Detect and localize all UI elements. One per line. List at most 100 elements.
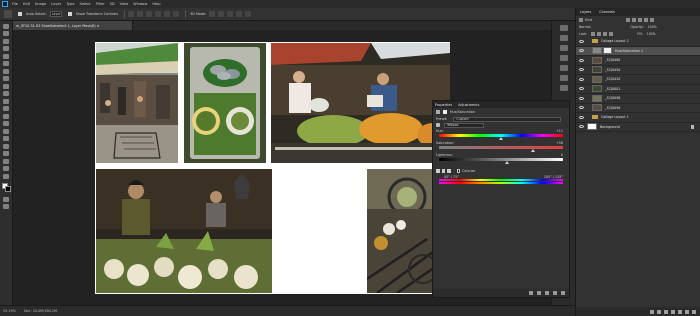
history-brush-tool-icon[interactable] <box>3 91 9 96</box>
reset-icon[interactable] <box>545 291 549 295</box>
visibility-eye-icon[interactable] <box>579 39 584 43</box>
hand-adjust-icon[interactable] <box>436 123 440 127</box>
new-adjustment-icon[interactable] <box>671 309 675 314</box>
type-filter-icon[interactable] <box>638 17 643 22</box>
paragraph-panel-icon[interactable] <box>559 65 568 71</box>
background-color-swatch[interactable] <box>5 185 11 192</box>
visibility-eye-icon[interactable] <box>579 106 584 110</box>
brush-tool-icon[interactable] <box>3 76 9 81</box>
quick-mask-icon[interactable] <box>3 196 9 202</box>
layer-row[interactable]: _SCJ0090 <box>576 104 700 113</box>
color-range-bar-bottom[interactable] <box>439 182 563 184</box>
eyedropper-tool-icon[interactable] <box>3 61 9 66</box>
3d-drag-icon[interactable] <box>227 11 234 17</box>
link-layers-icon[interactable] <box>650 309 654 314</box>
screen-mode-icon[interactable] <box>3 204 9 209</box>
new-group-icon[interactable] <box>678 309 682 314</box>
shape-tool-icon[interactable] <box>3 151 9 156</box>
visibility-eye-icon[interactable] <box>579 68 584 72</box>
path-select-tool-icon[interactable] <box>3 143 9 149</box>
layer-row[interactable]: Background <box>576 123 700 132</box>
align-right-icon[interactable] <box>145 11 152 17</box>
eyedropper-minus-icon[interactable] <box>447 169 451 173</box>
move-tool-preset-icon[interactable] <box>4 10 12 18</box>
clip-to-layer-icon[interactable] <box>529 291 533 295</box>
layer-row[interactable]: Collage Layout 2 <box>576 37 700 47</box>
layer-row[interactable]: _SCJ0098 <box>576 94 700 104</box>
healing-brush-tool-icon[interactable] <box>3 68 9 74</box>
layer-row[interactable]: Collage Layout 1 <box>576 113 700 123</box>
new-layer-icon[interactable] <box>685 309 689 314</box>
lock-transparent-icon[interactable] <box>591 31 596 36</box>
visibility-eye-icon[interactable] <box>579 77 584 81</box>
hand-tool-icon[interactable] <box>3 158 9 164</box>
smart-object-filter-icon[interactable] <box>650 17 655 22</box>
visibility-eye-icon[interactable] <box>579 58 584 62</box>
blur-tool-icon[interactable] <box>3 113 9 119</box>
colorize-checkbox[interactable] <box>456 169 460 173</box>
visibility-eye-icon[interactable] <box>579 125 584 129</box>
layer-mask-thumbnail[interactable] <box>603 47 612 55</box>
menu-window[interactable]: Window <box>133 2 147 6</box>
layer-row-selected[interactable]: Hue/Saturation 1 <box>576 46 700 56</box>
color-range-bar-top[interactable] <box>439 179 563 181</box>
info-panel-icon[interactable] <box>559 75 568 81</box>
actions-panel-icon[interactable] <box>559 85 568 91</box>
visibility-eye-icon[interactable] <box>579 115 584 119</box>
dodge-tool-icon[interactable] <box>3 121 9 126</box>
lock-brush-icon[interactable] <box>597 31 602 36</box>
marquee-tool-icon[interactable] <box>3 31 9 36</box>
move-tool-icon[interactable] <box>3 23 9 29</box>
character-panel-icon[interactable] <box>559 55 568 61</box>
add-mask-icon[interactable] <box>664 309 668 314</box>
menu-filter[interactable]: Filter <box>96 2 105 6</box>
gradient-tool-icon[interactable] <box>3 106 9 111</box>
lightness-slider-thumb[interactable] <box>505 161 509 164</box>
hue-value[interactable]: +11 <box>556 129 563 133</box>
menu-3d[interactable]: 3D <box>110 2 115 6</box>
more-tools-icon[interactable] <box>3 173 9 179</box>
align-bottom-icon[interactable] <box>172 11 179 17</box>
lock-all-icon[interactable] <box>609 31 614 36</box>
align-middle-icon[interactable] <box>163 11 170 17</box>
eyedropper-icon[interactable] <box>436 169 440 173</box>
tab-properties[interactable]: Properties <box>435 103 452 107</box>
menu-layer[interactable]: Layer <box>51 2 61 6</box>
menu-edit[interactable]: Edit <box>23 2 30 6</box>
opacity-value[interactable]: 100% <box>648 25 657 29</box>
clone-stamp-tool-icon[interactable] <box>3 83 9 89</box>
brush-panel-icon[interactable] <box>559 45 568 51</box>
3d-orbit-icon[interactable] <box>209 11 216 17</box>
align-left-icon[interactable] <box>127 11 134 17</box>
lasso-tool-icon[interactable] <box>3 38 9 44</box>
menu-help[interactable]: Help <box>152 2 160 6</box>
shape-filter-icon[interactable] <box>644 17 649 22</box>
document-tab[interactable]: m_SF20 31-05 ShoeSubselect 1, Layer Mask… <box>13 21 133 30</box>
3d-slide-icon[interactable] <box>236 11 243 17</box>
swatches-panel-icon[interactable] <box>559 35 568 41</box>
zoom-level[interactable]: 25.19% <box>3 309 16 313</box>
tab-layers[interactable]: Layers <box>580 10 591 14</box>
lightness-value[interactable]: 0 <box>561 153 563 157</box>
view-previous-icon[interactable] <box>537 291 541 295</box>
menu-file[interactable]: File <box>12 2 18 6</box>
quick-select-tool-icon[interactable] <box>3 46 9 51</box>
saturation-slider-track[interactable] <box>439 146 563 149</box>
auto-select-checkbox[interactable] <box>18 12 22 16</box>
visibility-eye-icon[interactable] <box>579 96 584 100</box>
3d-scale-icon[interactable] <box>245 11 252 17</box>
menu-view[interactable]: View <box>120 2 129 6</box>
visibility-eye-icon[interactable] <box>579 49 584 53</box>
preset-dropdown[interactable]: Custom <box>453 116 562 122</box>
layer-row[interactable]: _SCJ0480 <box>576 56 700 66</box>
3d-roll-icon[interactable] <box>218 11 225 17</box>
tab-channels[interactable]: Channels <box>599 10 615 14</box>
layer-row[interactable]: _SCJ0420 <box>576 75 700 85</box>
layer-row[interactable]: _SCJ0450 <box>576 66 700 75</box>
layer-row[interactable]: _SCJ0001 <box>576 85 700 94</box>
eyedropper-plus-icon[interactable] <box>441 169 445 173</box>
show-transform-checkbox[interactable] <box>67 12 72 16</box>
channel-dropdown[interactable]: Yellows <box>444 122 484 128</box>
tab-adjustments[interactable]: Adjustments <box>458 103 479 107</box>
pen-tool-icon[interactable] <box>3 128 9 134</box>
